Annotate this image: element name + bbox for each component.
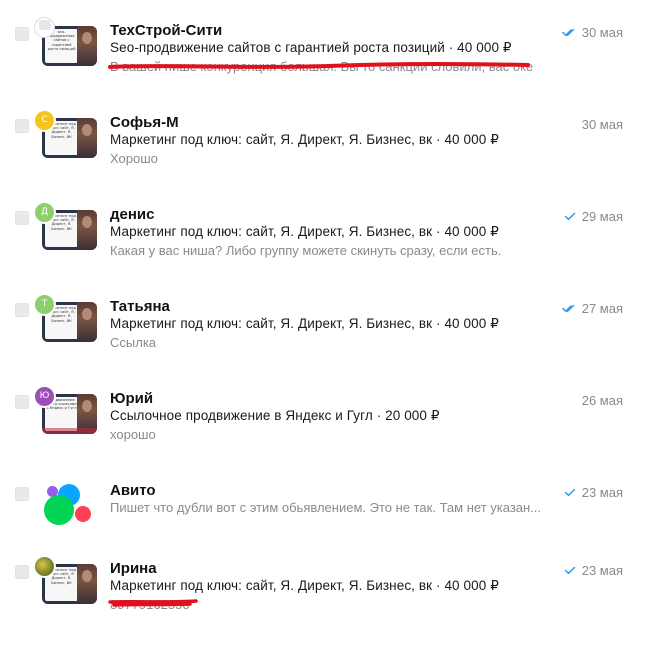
chat-row[interactable]: Маркетинг под ключ: сайт, Я. Директ, Я. … [0,184,653,264]
message-date: 26 мая [582,393,623,408]
message-preview: хорошо [110,427,156,442]
listing-title: Seo-продвижение сайтов с гарантией роста… [110,40,512,55]
message-preview: Ссылка [110,335,157,350]
message-preview: Хорошо [110,151,158,166]
date-text: 23 мая [581,485,623,500]
check-icon [564,209,576,224]
chat-list: seo-продвижение сайтов с гарантией роста… [0,0,653,647]
contact-name: Авито [110,482,156,499]
avatar: Д [33,201,56,224]
date-text: 27 мая [581,301,623,316]
message-preview: Какая у вас ниша? Либо группу можете ски… [110,243,502,258]
double-check-icon [561,301,576,316]
select-checkbox[interactable] [15,565,29,579]
check-icon [564,485,576,500]
select-checkbox[interactable] [15,487,29,501]
message-preview: 89779162556 [110,597,190,612]
chat-row[interactable]: Продвижение сайта ссылками в Яндекс и Гу… [0,368,653,448]
avatar-photo [33,555,56,578]
check-icon [564,563,576,578]
date-text: 26 мая [581,393,623,408]
contact-name: Юрий [110,390,154,407]
listing-title: Ссылочное продвижение в Яндекс и Гугл · … [110,408,440,423]
avatar-logo [34,17,55,38]
select-checkbox[interactable] [15,119,29,133]
message-date: 23 мая [564,485,623,500]
listing-title: Маркетинг под ключ: сайт, Я. Директ, Я. … [110,316,499,331]
chat-row[interactable]: Маркетинг под ключ: сайт, Я. Директ, Я. … [0,276,653,356]
select-checkbox[interactable] [15,395,29,409]
avatar: Т [33,293,56,316]
avito-logo-icon [42,484,97,532]
chat-row[interactable]: seo-продвижение сайтов с гарантией роста… [0,0,653,80]
message-date: 29 мая [564,209,623,224]
contact-name: Ирина [110,560,157,577]
double-check-icon [561,25,576,40]
select-checkbox[interactable] [15,27,29,41]
message-preview: Пишет что дубли вот с этим обьявлением. … [110,500,540,515]
message-date: 23 мая [564,563,623,578]
listing-title: Маркетинг под ключ: сайт, Я. Директ, Я. … [110,224,499,239]
contact-name: ТехСтрой-Сити [110,22,223,39]
contact-name: Софья-М [110,114,179,131]
listing-title: Маркетинг под ключ: сайт, Я. Директ, Я. … [110,132,499,147]
contact-name: денис [110,206,155,223]
select-checkbox[interactable] [15,211,29,225]
date-text: 29 мая [581,209,623,224]
chat-row[interactable]: Маркетинг под ключ: сайт, Я. Директ, Я. … [0,92,653,172]
date-text: 23 мая [581,563,623,578]
message-preview: В вашей нише конкуренция большая. Вы то … [110,59,534,74]
avatar: С [33,109,56,132]
select-checkbox[interactable] [15,303,29,317]
chat-row[interactable]: Маркетинг под ключ: сайт, Я. Директ, Я. … [0,538,653,618]
message-date: 30 мая [561,25,623,40]
listing-title: Маркетинг под ключ: сайт, Я. Директ, Я. … [110,578,499,593]
avatar: Ю [33,385,56,408]
message-date: 30 мая [582,117,623,132]
message-date: 27 мая [561,301,623,316]
date-text: 30 мая [581,25,623,40]
chat-row[interactable]: Авито Пишет что дубли вот с этим обьявле… [0,460,653,540]
date-text: 30 мая [581,117,623,132]
contact-name: Татьяна [110,298,170,315]
